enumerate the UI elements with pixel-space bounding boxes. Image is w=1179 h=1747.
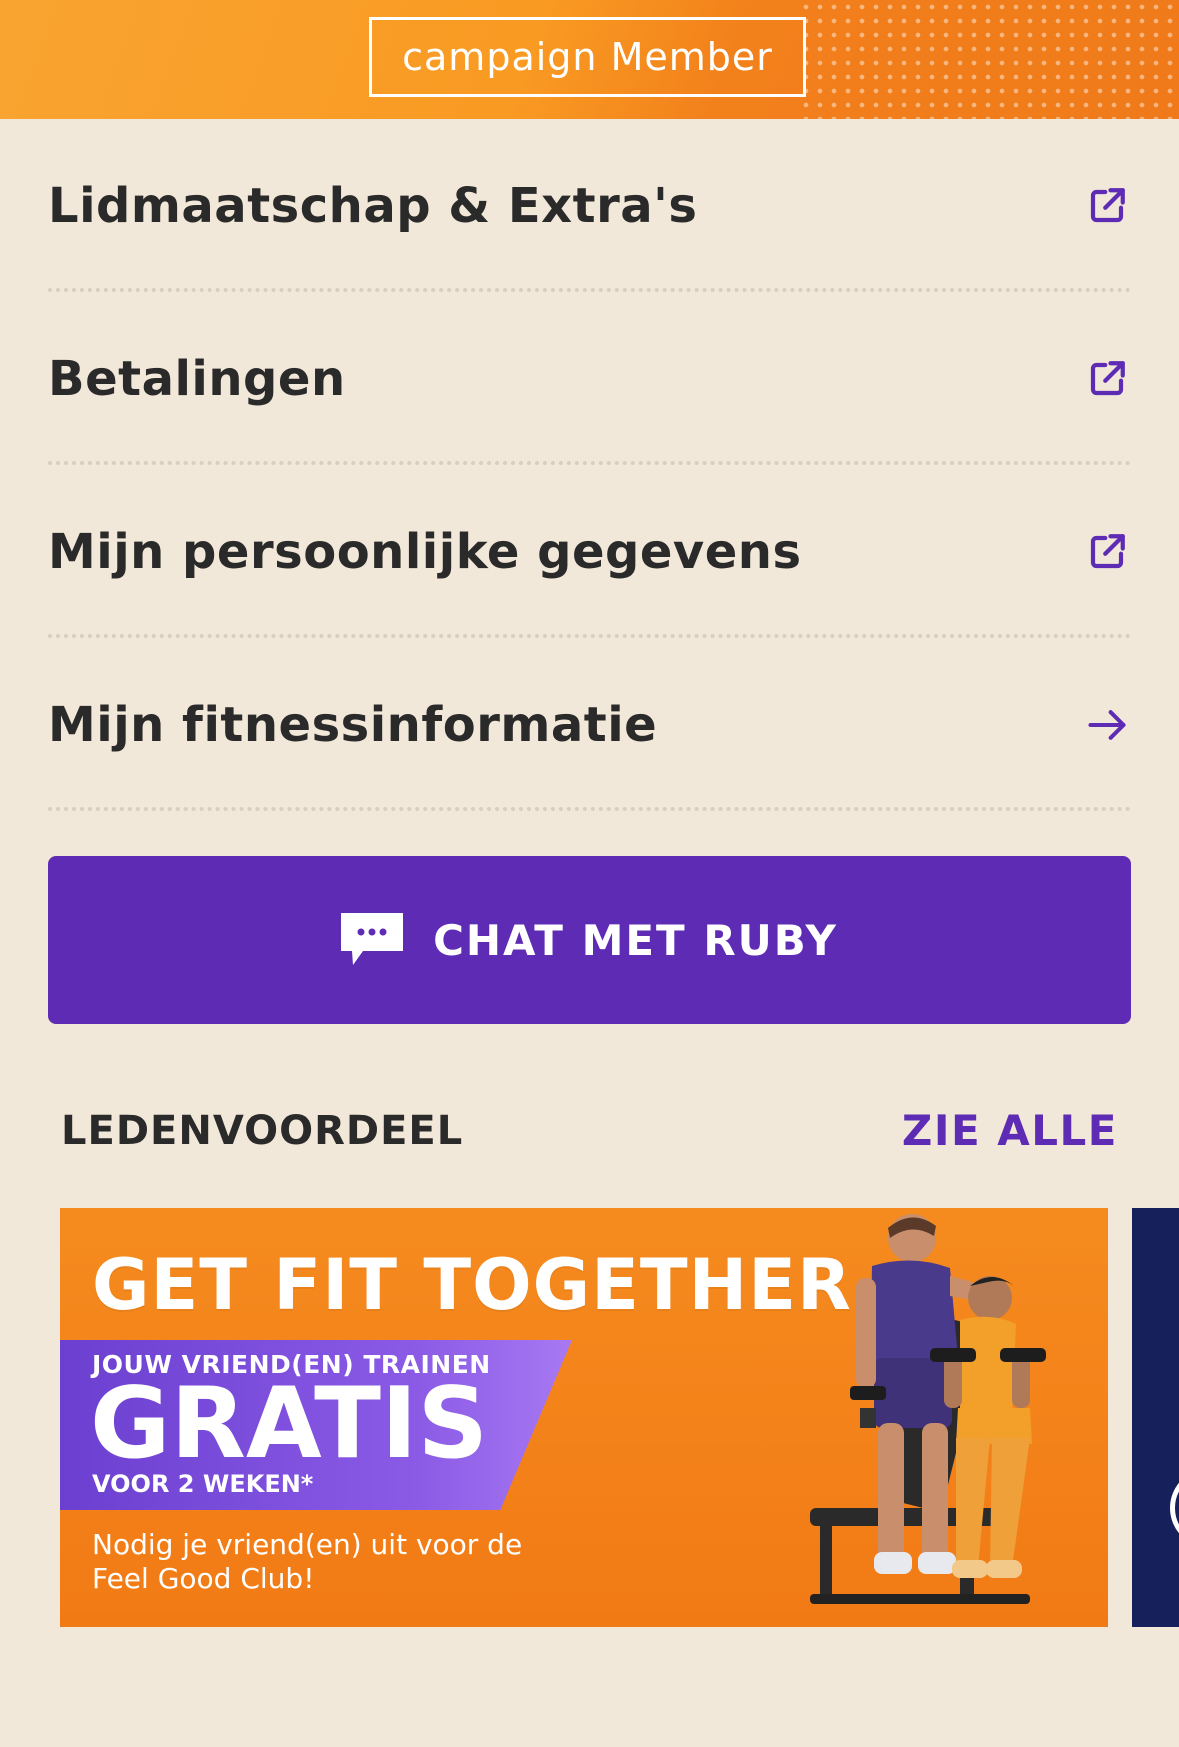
menu-item-label: Mijn persoonlijke gegevens: [48, 523, 802, 580]
menu-item-fitness-info[interactable]: Mijn fitnessinformatie: [48, 638, 1131, 811]
external-link-icon: [1085, 184, 1129, 228]
menu-item-personal-details[interactable]: Mijn persoonlijke gegevens: [48, 465, 1131, 638]
chat-button-label: CHAT MET RUBY: [433, 915, 838, 965]
menu-item-label: Mijn fitnessinformatie: [48, 696, 658, 753]
promo-ribbon-big: GRATIS: [90, 1367, 489, 1481]
external-link-icon: [1085, 357, 1129, 401]
promo-ribbon-bottom: VOOR 2 WEKEN*: [92, 1470, 314, 1498]
chat-with-ruby-button[interactable]: CHAT MET RUBY: [48, 856, 1131, 1024]
section-title: LEDENVOORDEEL: [61, 1108, 464, 1154]
header-banner: campaign Member: [0, 0, 1179, 119]
circle-graphic: [1170, 1468, 1179, 1548]
see-all-link[interactable]: ZIE ALLE: [902, 1106, 1118, 1155]
menu-item-label: Lidmaatschap & Extra's: [48, 177, 698, 234]
next-promo-card[interactable]: [1132, 1208, 1179, 1627]
chat-bubble-icon: [341, 913, 404, 967]
external-link-icon: [1085, 530, 1129, 574]
promo-card[interactable]: GET FIT TOGETHER JOUW VRIEND(EN) TRAINEN…: [60, 1208, 1108, 1627]
menu-item-membership[interactable]: Lidmaatschap & Extra's: [48, 119, 1131, 292]
dot-pattern: [799, 0, 1179, 119]
menu-item-label: Betalingen: [48, 350, 346, 407]
member-badge: campaign Member: [369, 17, 806, 97]
menu-item-payments[interactable]: Betalingen: [48, 292, 1131, 465]
promo-subtext: Nodig je vriend(en) uit voor de Feel Goo…: [92, 1528, 523, 1595]
arrow-right-icon: [1085, 703, 1129, 747]
account-menu: Lidmaatschap & Extra's Betalingen Mijn p…: [48, 119, 1131, 811]
promo-illustration: [810, 1214, 1046, 1604]
